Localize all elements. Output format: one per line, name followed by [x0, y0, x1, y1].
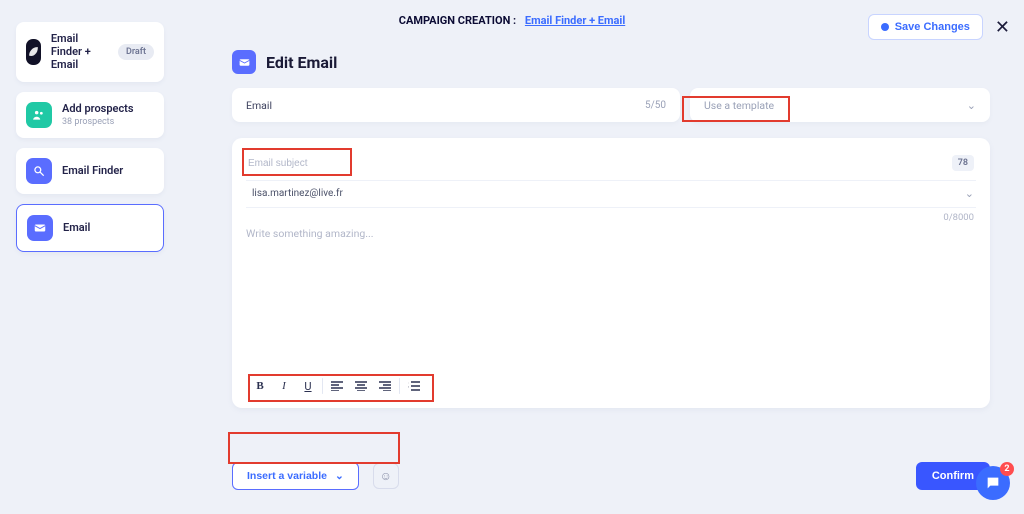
sidebar-item-email-finder[interactable]: Email Finder	[16, 148, 164, 194]
email-body-input[interactable]: Write something amazing...	[246, 227, 976, 240]
sidebar-item-email[interactable]: Email	[16, 204, 164, 252]
toolbar-separator	[322, 378, 323, 394]
chat-icon	[985, 475, 1001, 491]
sidebar-prospect-count: 38 prospects	[62, 117, 134, 127]
leaf-icon	[26, 39, 41, 65]
template-select[interactable]: Use a template	[690, 88, 990, 122]
sidebar-campaign-name: Email Finder + Email	[51, 32, 108, 72]
chevron-down-icon	[335, 470, 344, 482]
align-right-button[interactable]	[375, 376, 395, 396]
svg-text:2: 2	[408, 385, 409, 389]
sidebar-email-finder-label: Email Finder	[62, 164, 123, 177]
email-editor: 78 lisa.martinez@live.fr 0/8000 Write so…	[232, 138, 990, 408]
ordered-list-button[interactable]: 12	[404, 376, 424, 396]
main-title: Edit Email	[232, 50, 990, 74]
body-char-count: 0/8000	[246, 208, 976, 223]
email-subject-input[interactable]	[248, 158, 952, 169]
template-placeholder: Use a template	[704, 99, 774, 112]
main-panel: Edit Email Email 5/50 Use a template 78 …	[232, 50, 990, 454]
mail-icon	[232, 50, 256, 74]
editor-footer: Insert a variable ☺ Confirm	[232, 460, 990, 492]
save-changes-button[interactable]: Save Changes	[868, 14, 983, 40]
chevron-down-icon	[967, 99, 976, 112]
sidebar-item-campaign[interactable]: Email Finder + Email Draft	[16, 22, 164, 82]
chevron-down-icon	[965, 187, 974, 200]
from-address-select[interactable]: lisa.martinez@live.fr	[246, 181, 976, 203]
from-address-value: lisa.martinez@live.fr	[252, 188, 343, 199]
close-button[interactable]: ✕	[995, 18, 1010, 36]
email-name-pill[interactable]: Email 5/50	[232, 88, 680, 122]
insert-variable-button[interactable]: Insert a variable	[232, 462, 359, 490]
close-icon: ✕	[995, 17, 1010, 37]
draft-badge: Draft	[118, 44, 154, 60]
save-changes-label: Save Changes	[895, 21, 970, 33]
mail-icon	[27, 215, 53, 241]
align-center-button[interactable]	[351, 376, 371, 396]
page-title: Edit Email	[266, 53, 337, 72]
emoji-picker-button[interactable]: ☺	[373, 463, 399, 489]
rte-toolbar: B I U 12	[246, 372, 428, 400]
header-label: CAMPAIGN CREATION :	[399, 14, 516, 27]
email-name-count: 5/50	[645, 100, 666, 111]
underline-button[interactable]: U	[298, 376, 318, 396]
italic-button[interactable]: I	[274, 376, 294, 396]
sidebar-add-prospects-label: Add prospects	[62, 102, 134, 115]
search-mail-icon	[26, 158, 52, 184]
sidebar-item-add-prospects[interactable]: Add prospects 38 prospects	[16, 92, 164, 138]
email-name-label: Email	[246, 99, 272, 112]
align-left-button[interactable]	[327, 376, 347, 396]
chat-fab[interactable]: 2	[976, 466, 1010, 500]
smile-icon: ☺	[380, 469, 392, 483]
status-dot-icon	[881, 23, 889, 31]
insert-variable-label: Insert a variable	[247, 470, 327, 482]
header-campaign-link[interactable]: Email Finder + Email	[525, 14, 625, 27]
sidebar-email-label: Email	[63, 221, 90, 234]
add-prospects-icon	[26, 102, 52, 128]
sidebar: Email Finder + Email Draft Add prospects…	[16, 22, 164, 262]
toolbar-separator	[399, 378, 400, 394]
subject-count-badge: 78	[952, 155, 974, 171]
bold-button[interactable]: B	[250, 376, 270, 396]
chat-badge: 2	[1000, 462, 1014, 476]
